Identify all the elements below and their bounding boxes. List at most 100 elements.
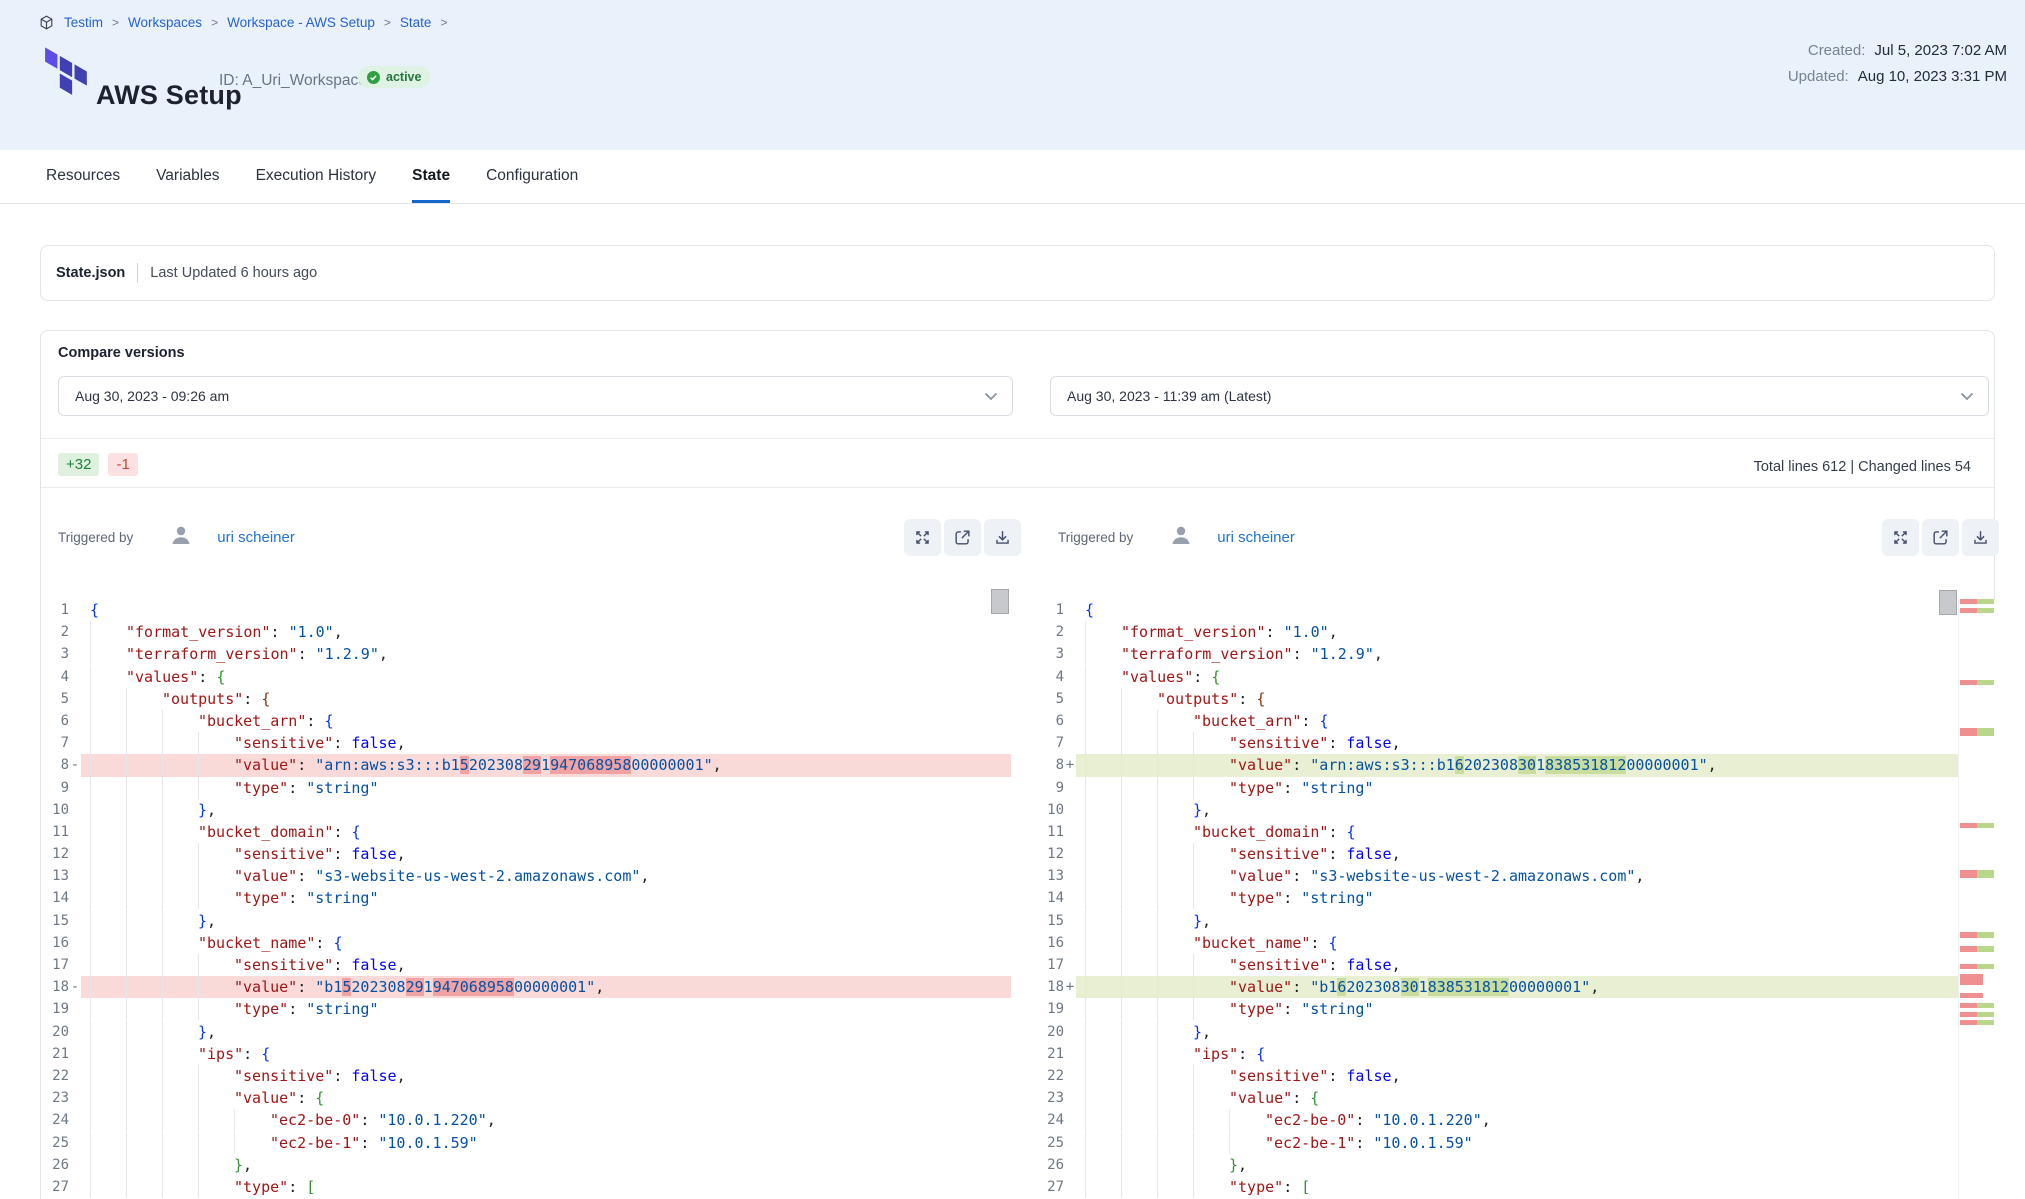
status-badge: active <box>358 66 430 88</box>
line-number-gutter: 3 <box>1036 643 1076 665</box>
code-line: 4"values": { <box>41 666 1011 688</box>
line-number-gutter: 25 <box>1036 1132 1076 1154</box>
version-select-right-value: Aug 30, 2023 - 11:39 am (Latest) <box>1067 388 1271 404</box>
line-number-gutter: 17 <box>1036 954 1076 976</box>
code-line: 24"ec2-be-0": "10.0.1.220", <box>41 1109 1011 1131</box>
code-line: 6"bucket_arn": { <box>1036 710 1996 732</box>
breadcrumb-link-workspaces[interactable]: Workspaces <box>128 15 202 30</box>
line-number-gutter: 7 <box>41 732 81 754</box>
code-line: 9"type": "string" <box>1036 777 1996 799</box>
code-line: 7"sensitive": false, <box>1036 732 1996 754</box>
code-line: 12"sensitive": false, <box>41 843 1011 865</box>
tab-state[interactable]: State <box>412 150 450 203</box>
terraform-logo <box>44 46 90 103</box>
line-number-gutter: 8+ <box>1036 754 1076 776</box>
removed-change-mark <box>1959 993 1995 998</box>
external-link-icon <box>1931 528 1950 547</box>
code-line: 20}, <box>1036 1021 1996 1043</box>
line-number-gutter: 23 <box>41 1087 81 1109</box>
code-line: 27"type": [ <box>1036 1176 1996 1198</box>
download-button[interactable] <box>984 519 1021 556</box>
code-line: 10}, <box>41 799 1011 821</box>
changed-line-mark <box>1959 599 1995 604</box>
diff-editor-left[interactable]: 1{2"format_version": "1.0",3"terraform_v… <box>41 599 1011 1199</box>
breadcrumb-link-state[interactable]: State <box>400 15 432 30</box>
tab-execution-history[interactable]: Execution History <box>256 150 377 203</box>
chevron-right-icon: > <box>440 15 447 29</box>
code-line: 2"format_version": "1.0", <box>1036 621 1996 643</box>
chevron-right-icon: > <box>112 15 119 29</box>
line-number-gutter: 19 <box>1036 998 1076 1020</box>
triggered-by-left: Triggered by uri scheiner <box>58 519 295 556</box>
code-line: 16"bucket_name": { <box>41 932 1011 954</box>
line-number-gutter: 13 <box>1036 865 1076 887</box>
version-select-left[interactable]: Aug 30, 2023 - 09:26 am <box>58 376 1013 416</box>
code-line: 12"sensitive": false, <box>1036 843 1996 865</box>
external-link-button[interactable] <box>944 519 981 556</box>
line-number-gutter: 4 <box>1036 666 1076 688</box>
breadcrumb-link-workspace-aws-setup[interactable]: Workspace - AWS Setup <box>227 15 375 30</box>
tab-configuration[interactable]: Configuration <box>486 150 578 203</box>
code-line: 22"sensitive": false, <box>1036 1065 1996 1087</box>
expand-button[interactable] <box>904 519 941 556</box>
line-number-gutter: 27 <box>41 1176 81 1198</box>
state-file-bar: State.json Last Updated 6 hours ago <box>40 245 1995 301</box>
line-number-gutter: 18- <box>41 976 81 998</box>
tab-variables[interactable]: Variables <box>156 150 219 203</box>
line-number-gutter: 13 <box>41 865 81 887</box>
breadcrumb: Testim>Workspaces>Workspace - AWS Setup>… <box>38 14 447 31</box>
code-line: 19"type": "string" <box>1036 998 1996 1020</box>
diff-editor-right[interactable]: 1{2"format_version": "1.0",3"terraform_v… <box>1036 599 1996 1199</box>
expand-icon <box>1891 528 1910 547</box>
download-button[interactable] <box>1962 519 1999 556</box>
line-number-gutter: 26 <box>41 1154 81 1176</box>
line-number-gutter: 12 <box>41 843 81 865</box>
line-number-gutter: 3 <box>41 643 81 665</box>
scrollbar-thumb[interactable] <box>1939 590 1957 615</box>
code-line: 26}, <box>41 1154 1011 1176</box>
triggered-by-user-link[interactable]: uri scheiner <box>217 529 295 546</box>
line-number-gutter: 5 <box>1036 688 1076 710</box>
line-number-gutter: 10 <box>1036 799 1076 821</box>
added-lines-badge: +32 <box>58 453 99 476</box>
line-number-gutter: 21 <box>1036 1043 1076 1065</box>
panel-actions-left <box>904 519 1021 556</box>
line-number-gutter: 16 <box>1036 932 1076 954</box>
panel-actions-right <box>1882 519 1999 556</box>
code-line: 13"value": "s3-website-us-west-2.amazona… <box>41 865 1011 887</box>
triggered-by-user-link[interactable]: uri scheiner <box>1217 529 1295 546</box>
removed-lines-badge: -1 <box>108 453 137 476</box>
line-number-gutter: 7 <box>1036 732 1076 754</box>
code-line: 17"sensitive": false, <box>1036 954 1996 976</box>
lines-totals: Total lines 612 | Changed lines 54 <box>1754 459 1971 475</box>
expand-icon <box>913 528 932 547</box>
download-icon <box>1971 528 1990 547</box>
code-line: 11"bucket_domain": { <box>1036 821 1996 843</box>
line-number-gutter: 4 <box>41 666 81 688</box>
scrollbar-thumb[interactable] <box>991 589 1009 614</box>
changed-line-mark <box>1959 728 1995 736</box>
changed-line-mark <box>1959 870 1995 878</box>
version-select-right[interactable]: Aug 30, 2023 - 11:39 am (Latest) <box>1050 376 1989 416</box>
line-number-gutter: 10 <box>41 799 81 821</box>
breadcrumb-link-testim[interactable]: Testim <box>64 15 103 30</box>
code-line: 8-"value": "arn:aws:s3:::b15202308291947… <box>41 754 1011 776</box>
changed-line-mark <box>1959 1012 1995 1017</box>
divider <box>41 438 1994 439</box>
external-link-button[interactable] <box>1922 519 1959 556</box>
tab-resources[interactable]: Resources <box>46 150 120 203</box>
meta-dates: Created: Jul 5, 2023 7:02 AM Updated: Au… <box>1788 42 2007 85</box>
code-line: 22"sensitive": false, <box>41 1065 1011 1087</box>
external-link-icon <box>953 528 972 547</box>
line-number-gutter: 1 <box>1036 599 1076 621</box>
line-number-gutter: 15 <box>1036 910 1076 932</box>
expand-button[interactable] <box>1882 519 1919 556</box>
triggered-by-right: Triggered by uri scheiner <box>1058 519 1295 556</box>
code-line: 8+"value": "arn:aws:s3:::b16202308301838… <box>1036 754 1996 776</box>
code-line: 14"type": "string" <box>1036 887 1996 909</box>
changed-line-mark <box>1959 1020 1995 1025</box>
download-icon <box>993 528 1012 547</box>
app-header: Testim>Workspaces>Workspace - AWS Setup>… <box>0 0 2025 150</box>
line-number-gutter: 20 <box>1036 1021 1076 1043</box>
changed-line-mark <box>1959 964 1995 969</box>
